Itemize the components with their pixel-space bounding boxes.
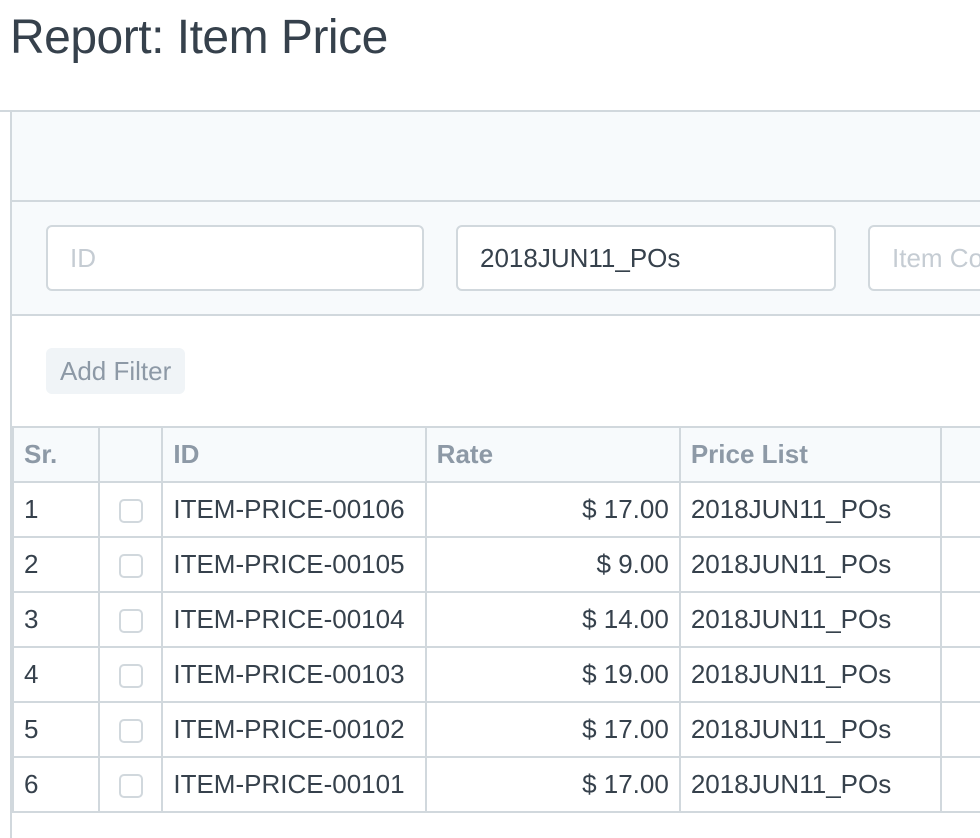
row-select-cell <box>97 701 164 758</box>
cell-extra <box>940 646 980 703</box>
table-row[interactable]: 3 ITEM-PRICE-00104 $ 14.00 2018JUN11_POs <box>12 591 980 648</box>
cell-sr: 5 <box>12 701 100 758</box>
column-header-price-list[interactable]: Price List <box>678 426 943 483</box>
cell-id[interactable]: ITEM-PRICE-00103 <box>161 646 427 703</box>
column-header-rate[interactable]: Rate <box>424 426 681 483</box>
cell-price-list[interactable]: 2018JUN11_POs <box>678 481 943 538</box>
cell-sr: 2 <box>12 536 100 593</box>
table-row[interactable]: 4 ITEM-PRICE-00103 $ 19.00 2018JUN11_POs <box>12 646 980 703</box>
cell-sr: 4 <box>12 646 100 703</box>
price-list-filter-input[interactable] <box>456 225 836 291</box>
item-code-filter-input[interactable] <box>868 225 980 291</box>
cell-sr: 1 <box>12 481 100 538</box>
cell-rate[interactable]: $ 19.00 <box>424 646 681 703</box>
cell-id[interactable]: ITEM-PRICE-00104 <box>161 591 427 648</box>
cell-price-list[interactable]: 2018JUN11_POs <box>678 701 943 758</box>
cell-price-list[interactable]: 2018JUN11_POs <box>678 591 943 648</box>
column-header-extra <box>940 426 980 483</box>
cell-price-list[interactable]: 2018JUN11_POs <box>678 756 943 813</box>
standard-filter-bar <box>12 202 980 316</box>
report-panel: Add Filter Sr. ID Rate Price List 1 ITEM-… <box>10 112 980 838</box>
cell-id[interactable]: ITEM-PRICE-00106 <box>161 481 427 538</box>
row-checkbox[interactable] <box>118 609 143 634</box>
cell-extra <box>940 591 980 648</box>
cell-id[interactable]: ITEM-PRICE-00102 <box>161 701 427 758</box>
cell-id[interactable]: ITEM-PRICE-00101 <box>161 756 427 813</box>
cell-extra <box>940 536 980 593</box>
cell-id[interactable]: ITEM-PRICE-00105 <box>161 536 427 593</box>
cell-rate[interactable]: $ 17.00 <box>424 756 681 813</box>
column-header-id[interactable]: ID <box>161 426 427 483</box>
cell-rate[interactable]: $ 17.00 <box>424 701 681 758</box>
row-checkbox[interactable] <box>118 554 143 579</box>
table-row[interactable]: 1 ITEM-PRICE-00106 $ 17.00 2018JUN11_POs <box>12 481 980 538</box>
cell-extra <box>940 701 980 758</box>
table-header-row: Sr. ID Rate Price List <box>12 426 980 483</box>
page-actions-bar <box>12 112 980 202</box>
cell-sr: 3 <box>12 591 100 648</box>
row-select-cell <box>97 591 164 648</box>
row-select-cell <box>97 646 164 703</box>
table-row[interactable]: 6 ITEM-PRICE-00101 $ 17.00 2018JUN11_POs <box>12 756 980 813</box>
cell-price-list[interactable]: 2018JUN11_POs <box>678 646 943 703</box>
row-checkbox[interactable] <box>118 719 143 744</box>
report-table: Sr. ID Rate Price List 1 ITEM-PRICE-00106… <box>12 426 980 813</box>
row-checkbox[interactable] <box>118 774 143 799</box>
cell-rate[interactable]: $ 17.00 <box>424 481 681 538</box>
add-filter-button[interactable]: Add Filter <box>46 348 186 394</box>
row-checkbox[interactable] <box>118 499 143 524</box>
cell-price-list[interactable]: 2018JUN11_POs <box>678 536 943 593</box>
table-row[interactable]: 5 ITEM-PRICE-00102 $ 17.00 2018JUN11_POs <box>12 701 980 758</box>
row-checkbox[interactable] <box>118 664 143 689</box>
cell-rate[interactable]: $ 9.00 <box>424 536 681 593</box>
id-filter-input[interactable] <box>46 225 424 291</box>
page-title: Report: Item Price <box>10 11 388 64</box>
table-row[interactable]: 2 ITEM-PRICE-00105 $ 9.00 2018JUN11_POs <box>12 536 980 593</box>
cell-extra <box>940 481 980 538</box>
row-select-cell <box>97 756 164 813</box>
column-header-select <box>97 426 164 483</box>
cell-rate[interactable]: $ 14.00 <box>424 591 681 648</box>
row-select-cell <box>97 481 164 538</box>
column-header-sr[interactable]: Sr. <box>12 426 100 483</box>
cell-sr: 6 <box>12 756 100 813</box>
row-select-cell <box>97 536 164 593</box>
cell-extra <box>940 756 980 813</box>
